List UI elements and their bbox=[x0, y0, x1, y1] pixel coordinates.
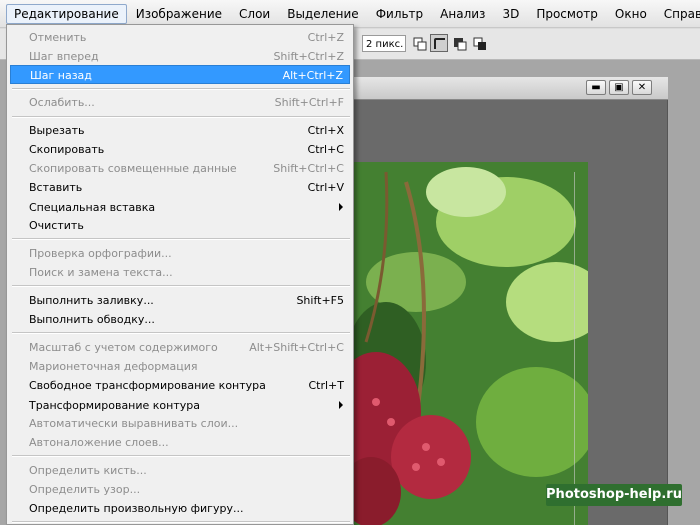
menu-analysis[interactable]: Анализ bbox=[432, 4, 493, 24]
menu-item-paste[interactable]: Вставить Ctrl+V bbox=[10, 178, 350, 197]
menu-item-copy-merged[interactable]: Скопировать совмещенные данные Shift+Ctrl… bbox=[10, 159, 350, 178]
mode-subtract-icon[interactable] bbox=[450, 34, 468, 52]
menu-separator bbox=[12, 116, 350, 118]
mode-intersect-icon[interactable] bbox=[470, 34, 488, 52]
menu-3d[interactable]: 3D bbox=[494, 4, 527, 24]
menu-help[interactable]: Справка bbox=[656, 4, 700, 24]
menu-item-fill[interactable]: Выполнить заливку... Shift+F5 bbox=[10, 291, 350, 310]
submenu-arrow-icon bbox=[339, 401, 343, 409]
menu-item-spell-check[interactable]: Проверка орфографии... bbox=[10, 244, 350, 263]
menu-item-copy[interactable]: Скопировать Ctrl+C bbox=[10, 140, 350, 159]
menu-separator bbox=[12, 285, 350, 287]
menu-separator bbox=[12, 332, 350, 334]
minimize-icon: ▬ bbox=[591, 82, 601, 93]
menu-item-free-transform-path[interactable]: Свободное трансформирование контура Ctrl+… bbox=[10, 376, 350, 395]
menu-item-puppet-warp[interactable]: Марионеточная деформация bbox=[10, 357, 350, 376]
menu-item-paste-special[interactable]: Специальная вставка bbox=[10, 198, 350, 217]
menu-item-define-custom-shape[interactable]: Определить произвольную фигуру... bbox=[10, 499, 350, 518]
submenu-arrow-icon bbox=[339, 203, 343, 211]
size-input[interactable]: 2 пикс. bbox=[362, 35, 406, 52]
menu-separator bbox=[12, 238, 350, 240]
menu-item-undo[interactable]: Отменить Ctrl+Z bbox=[10, 28, 350, 47]
edit-menu-dropdown: Отменить Ctrl+Z Шаг вперед Shift+Ctrl+Z Ша… bbox=[6, 24, 354, 525]
menu-separator bbox=[12, 455, 350, 457]
menu-item-define-brush[interactable]: Определить кисть... bbox=[10, 461, 350, 480]
raspberry-photo bbox=[346, 162, 588, 525]
menu-item-content-aware-scale[interactable]: Масштаб с учетом содержимого Alt+Shift+Ct… bbox=[10, 338, 350, 357]
menu-item-find-replace[interactable]: Поиск и замена текста... bbox=[10, 263, 350, 282]
menu-item-auto-blend-layers[interactable]: Автоналожение слоев... bbox=[10, 433, 350, 452]
mode-add-icon[interactable] bbox=[430, 34, 448, 52]
menu-window[interactable]: Окно bbox=[607, 4, 655, 24]
menu-separator bbox=[12, 88, 350, 90]
menu-item-step-forward[interactable]: Шаг вперед Shift+Ctrl+Z bbox=[10, 47, 350, 66]
maximize-button[interactable]: ▣ bbox=[609, 80, 629, 95]
menu-separator bbox=[12, 521, 350, 523]
close-button[interactable]: ✕ bbox=[632, 80, 652, 95]
watermark-label: Photoshop-help.ru bbox=[546, 484, 682, 506]
menu-item-define-pattern[interactable]: Определить узор... bbox=[10, 480, 350, 499]
menu-item-transform-path[interactable]: Трансформирование контура bbox=[10, 396, 350, 415]
menu-edit[interactable]: Редактирование bbox=[6, 3, 127, 24]
menu-select[interactable]: Выделение bbox=[279, 4, 366, 24]
close-icon: ✕ bbox=[637, 82, 647, 93]
menu-item-auto-align-layers[interactable]: Автоматически выравнивать слои... bbox=[10, 414, 350, 433]
mode-new-icon[interactable] bbox=[410, 34, 428, 52]
maximize-icon: ▣ bbox=[614, 82, 624, 93]
menu-item-cut[interactable]: Вырезать Ctrl+X bbox=[10, 121, 350, 140]
menu-view[interactable]: Просмотр bbox=[528, 4, 606, 24]
menu-image[interactable]: Изображение bbox=[128, 4, 230, 24]
menu-item-step-backward[interactable]: Шаг назад Alt+Ctrl+Z bbox=[10, 65, 350, 84]
menu-item-clear[interactable]: Очистить bbox=[10, 216, 350, 235]
menu-layers[interactable]: Слои bbox=[231, 4, 278, 24]
menu-item-stroke[interactable]: Выполнить обводку... bbox=[10, 310, 350, 329]
minimize-button[interactable]: ▬ bbox=[586, 80, 606, 95]
menu-filter[interactable]: Фильтр bbox=[368, 4, 431, 24]
menu-item-fade[interactable]: Ослабить... Shift+Ctrl+F bbox=[10, 93, 350, 112]
